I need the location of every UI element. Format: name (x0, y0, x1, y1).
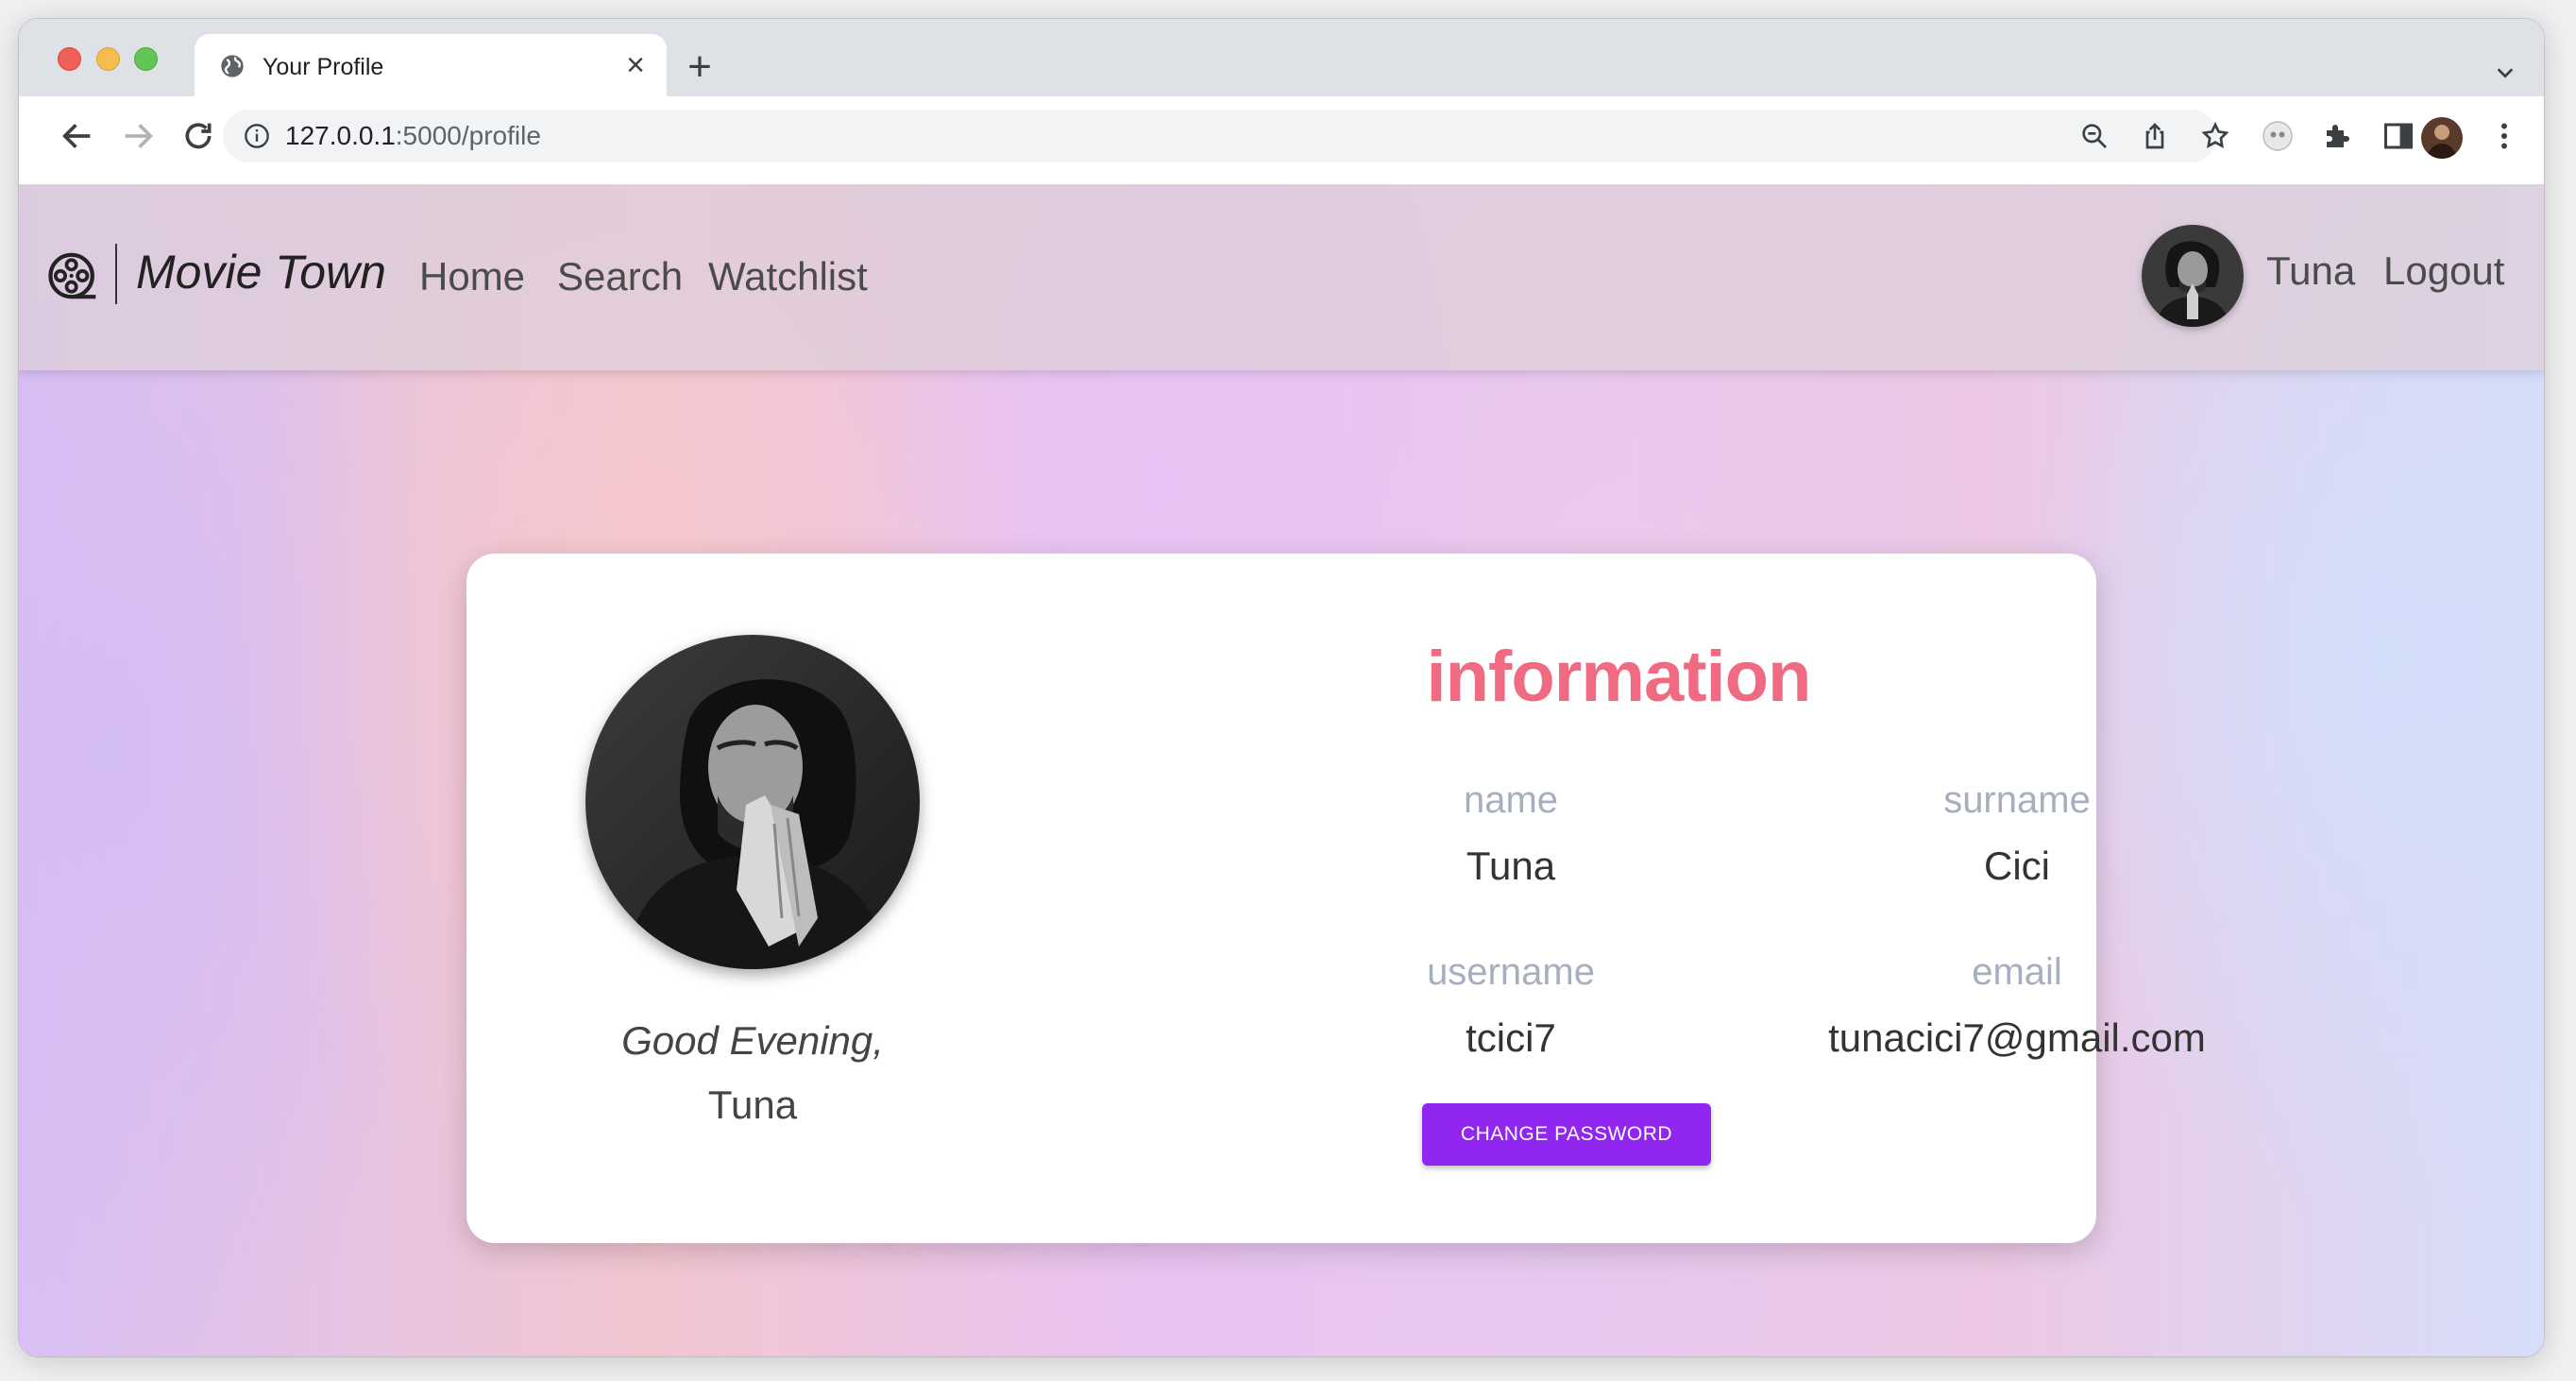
field-label-name: name (1463, 779, 1559, 821)
sidepanel-icon[interactable] (2381, 119, 2415, 153)
url-text: 127.0.0.1:5000/profile (285, 122, 541, 150)
information-heading: information (1426, 637, 1812, 717)
field-label-surname: surname (1943, 779, 2091, 821)
profile-picture (585, 635, 920, 969)
change-password-button[interactable]: CHANGE PASSWORD (1422, 1103, 1711, 1166)
browser-window: Your Profile × + 127.0.0.1:5000/profile (19, 19, 2544, 1356)
tab-title: Your Profile (263, 54, 384, 80)
tab-strip: Your Profile × + (19, 19, 2544, 96)
page-content: Movie Town Home Search Watchlist Tuna Lo… (19, 185, 2544, 1356)
plus-icon[interactable]: + (684, 46, 716, 88)
brand-divider (115, 244, 117, 304)
back-icon[interactable] (59, 117, 96, 155)
nav-user-name[interactable]: Tuna (2266, 246, 2355, 297)
profile-card: Good Evening, Tuna information name Tuna… (466, 554, 2206, 1243)
info-icon[interactable] (244, 123, 270, 149)
nav-search[interactable]: Search (557, 251, 683, 302)
nav-watchlist[interactable]: Watchlist (708, 251, 868, 302)
minimize-window-button[interactable] (96, 47, 120, 71)
puzzle-icon[interactable] (2321, 119, 2355, 153)
film-reel-icon[interactable] (47, 249, 100, 302)
browser-toolbar: 127.0.0.1:5000/profile (19, 96, 2544, 185)
zoom-out-icon[interactable] (2079, 121, 2110, 151)
field-value-surname: Cici (1984, 844, 2050, 888)
field-value-name: Tuna (1466, 844, 1556, 888)
brand-logo[interactable]: Movie Town (136, 244, 386, 300)
share-icon[interactable] (2140, 121, 2170, 151)
field-value-username: tcici7 (1466, 1015, 1556, 1060)
address-bar[interactable]: 127.0.0.1:5000/profile (223, 110, 2229, 162)
tab-your-profile[interactable]: Your Profile × (195, 34, 667, 96)
browser-profile-avatar[interactable] (2421, 117, 2463, 159)
maximize-window-button[interactable] (134, 47, 158, 71)
site-navbar: Movie Town Home Search Watchlist Tuna Lo… (19, 185, 2544, 370)
reload-icon[interactable] (179, 117, 217, 155)
avatar[interactable] (2142, 225, 2244, 327)
more-icon[interactable] (2487, 119, 2521, 153)
field-value-email: tunacici7@gmail.com (1828, 1015, 2206, 1060)
nav-home[interactable]: Home (419, 251, 525, 302)
forward-icon[interactable] (119, 117, 157, 155)
chevron-down-icon[interactable] (2495, 62, 2516, 83)
extension-icon[interactable] (2261, 119, 2295, 153)
close-window-button[interactable] (58, 47, 81, 71)
close-icon[interactable]: × (621, 49, 650, 81)
logout-link[interactable]: Logout (2383, 246, 2504, 297)
field-label-username: username (1427, 951, 1595, 993)
globe-icon (221, 55, 244, 77)
greeting-text: Good Evening, (621, 1018, 884, 1063)
field-label-email: email (1972, 951, 2062, 993)
url-path: :5000/profile (395, 121, 541, 150)
greeting-name: Tuna (707, 1083, 798, 1127)
url-host: 127.0.0.1 (285, 121, 396, 150)
star-icon[interactable] (2200, 121, 2230, 151)
